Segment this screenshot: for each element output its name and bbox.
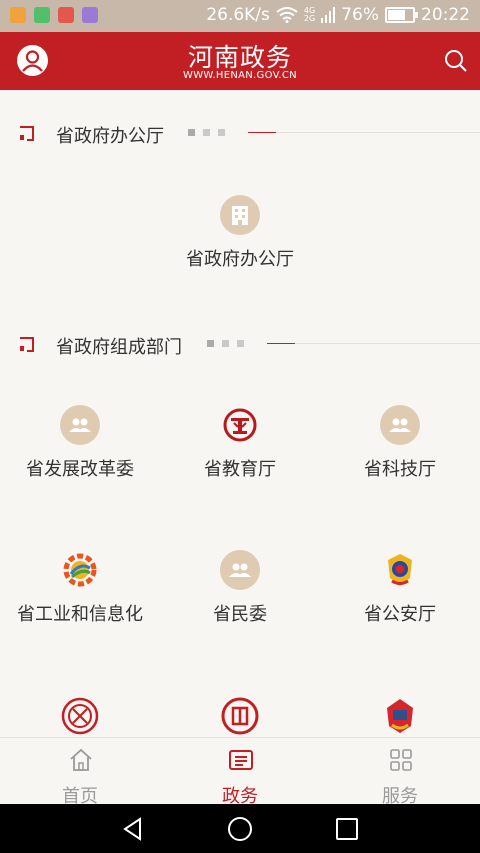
- app-icon-purple: [82, 7, 98, 23]
- dept-item-office[interactable]: 省政府办公厅: [160, 195, 320, 271]
- dept-label: 省工业和信息化: [17, 604, 143, 625]
- network-type: 4G 2G: [303, 6, 316, 23]
- section-divider: [248, 132, 480, 133]
- search-icon[interactable]: [444, 49, 468, 73]
- dept-item-science-tech[interactable]: 省科技厅: [320, 405, 480, 481]
- notification-icons: [10, 7, 98, 23]
- app-icon-orange: [10, 7, 26, 23]
- section-title: 省政府办公厅: [56, 126, 164, 147]
- justice-seal-icon: [220, 696, 260, 736]
- dept-label: 省科技厅: [364, 459, 436, 480]
- dept-item-education[interactable]: 省教育厅: [160, 405, 320, 481]
- status-right: 26.6K/s 4G 2G 76% 20:22: [206, 5, 470, 25]
- dept-label: 省教育厅: [204, 459, 276, 480]
- back-icon[interactable]: [120, 816, 146, 842]
- dept-item-public-security[interactable]: 省公安厅: [320, 550, 480, 626]
- red-seal-icon: [60, 696, 100, 736]
- home-circle-icon[interactable]: [227, 816, 253, 842]
- dept-label: 省民委: [213, 604, 267, 625]
- dept-item-industry-it[interactable]: 省工业和信息化: [0, 550, 160, 626]
- building-icon: [220, 195, 260, 235]
- site-url: WWW.HENAN.GOV.CN: [183, 70, 297, 81]
- battery-percent: 76%: [341, 5, 379, 25]
- net-speed: 26.6K/s: [206, 5, 270, 25]
- signal-icon: [321, 7, 336, 23]
- section-title: 省政府组成部门: [56, 337, 182, 358]
- court-emblem-icon: [380, 696, 420, 736]
- bottom-tab-bar: 首页 政务 服务: [0, 737, 480, 807]
- system-nav-bar: [0, 804, 480, 853]
- industry-gear-icon: [60, 550, 100, 590]
- education-emblem-icon: [220, 405, 260, 445]
- section-marker-icon: [20, 126, 34, 141]
- police-badge-icon: [380, 550, 420, 590]
- recent-apps-icon[interactable]: [334, 816, 360, 842]
- tab-services[interactable]: 服务: [320, 738, 480, 807]
- app-header: 河南政务 WWW.HENAN.GOV.CN: [0, 32, 480, 90]
- people-icon: [380, 405, 420, 445]
- people-icon: [220, 550, 260, 590]
- section-header-departments: 省政府组成部门: [0, 330, 480, 358]
- section-divider: [267, 343, 480, 344]
- app-icon-red: [58, 7, 74, 23]
- dept-item-development-reform[interactable]: 省发展改革委: [0, 405, 160, 481]
- page-title: 河南政务: [187, 43, 292, 72]
- dept-label: 省发展改革委: [26, 459, 134, 480]
- section-marker-icon: [20, 337, 34, 352]
- wifi-icon: [276, 7, 298, 23]
- home-icon: [70, 748, 92, 771]
- people-icon: [60, 405, 100, 445]
- dept-item-ethnic-affairs[interactable]: 省民委: [160, 550, 320, 626]
- tab-government-affairs[interactable]: 政务: [160, 738, 320, 807]
- document-icon: [229, 750, 253, 770]
- status-bar: 26.6K/s 4G 2G 76% 20:22: [0, 0, 480, 32]
- app-icon-green: [34, 7, 50, 23]
- dept-label: 省政府办公厅: [186, 249, 294, 270]
- section-header-office: 省政府办公厅: [0, 119, 480, 147]
- section-dots: [207, 340, 244, 347]
- dept-label: 省公安厅: [364, 604, 436, 625]
- grid-icon: [390, 749, 412, 771]
- tab-home[interactable]: 首页: [0, 738, 160, 807]
- clock: 20:22: [421, 5, 470, 25]
- battery-icon: [385, 7, 418, 23]
- section-dots: [188, 129, 225, 136]
